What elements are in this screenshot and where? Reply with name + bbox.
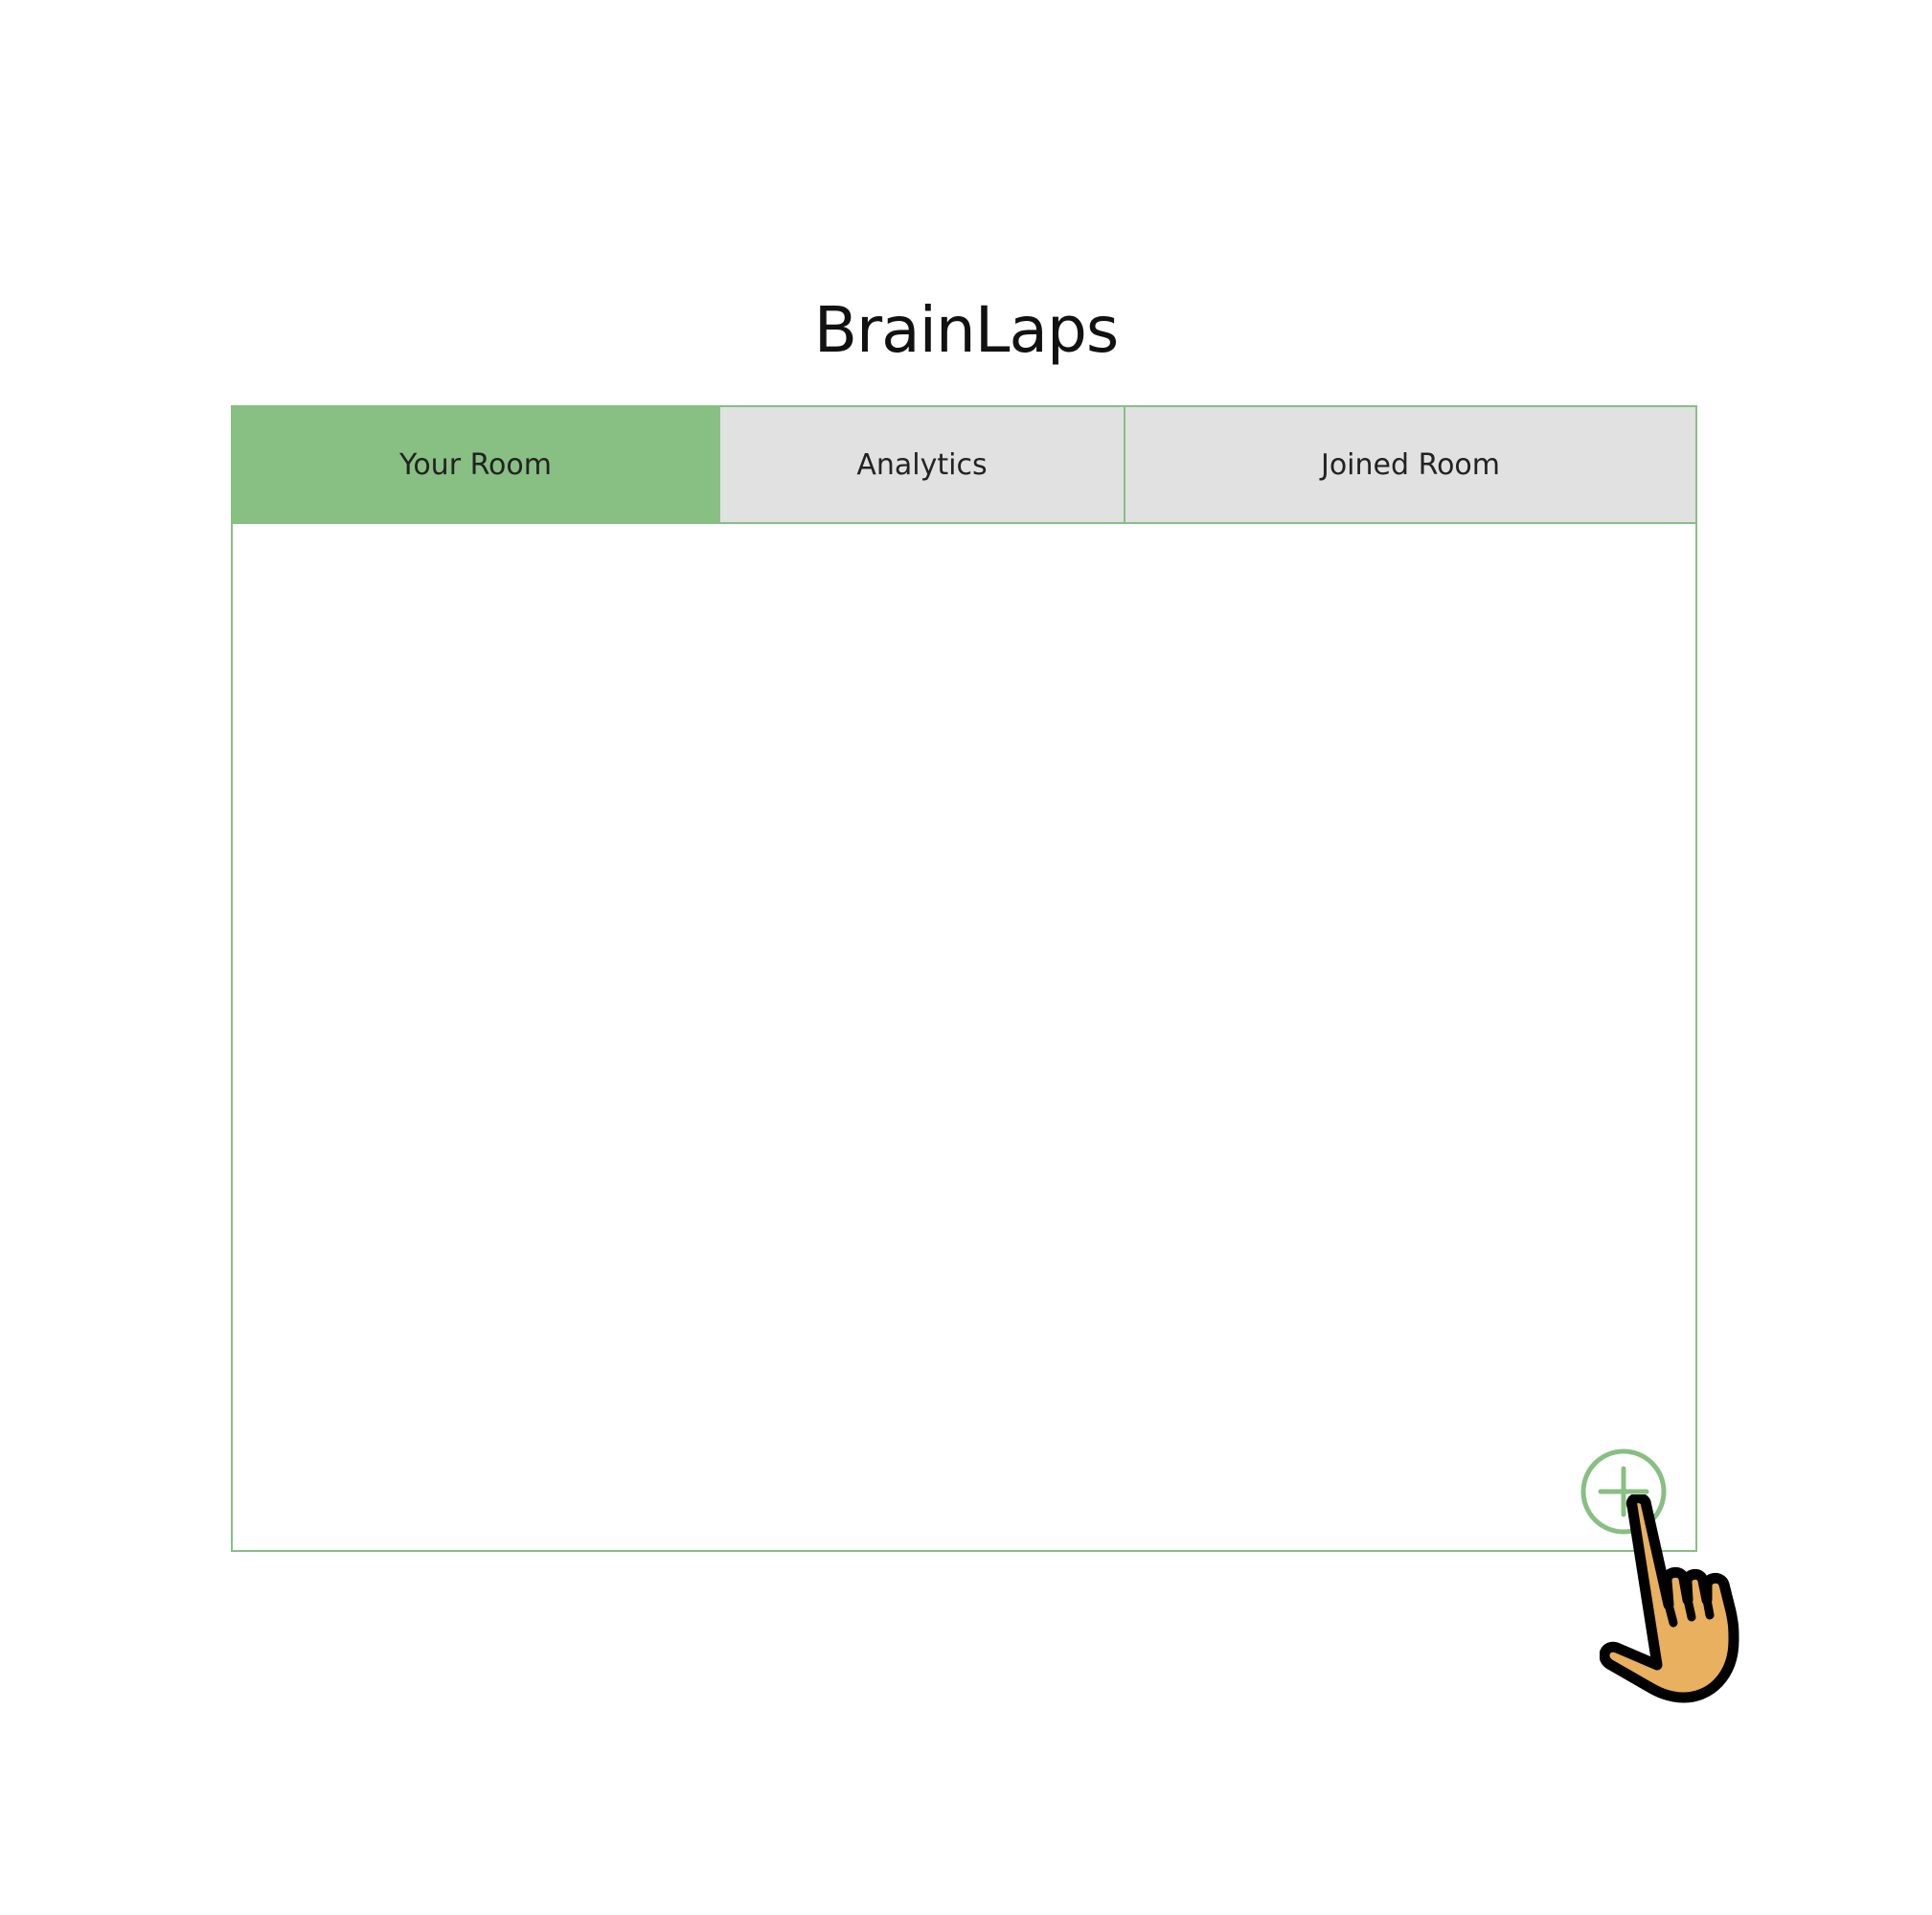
- plus-circle-icon: [1580, 1448, 1667, 1535]
- app-title: BrainLaps: [813, 293, 1120, 367]
- tab-joined-room-label: Joined Room: [1320, 447, 1501, 482]
- tab-analytics-label: Analytics: [856, 447, 988, 482]
- tab-analytics[interactable]: Analytics: [718, 407, 1124, 524]
- tab-joined-room[interactable]: Joined Room: [1124, 407, 1695, 524]
- room-content-panel: [231, 524, 1697, 1552]
- tab-your-room[interactable]: Your Room: [233, 407, 718, 524]
- tab-your-room-label: Your Room: [398, 447, 552, 482]
- add-room-button[interactable]: [1580, 1448, 1668, 1536]
- tab-bar: Your Room Analytics Joined Room: [231, 405, 1697, 524]
